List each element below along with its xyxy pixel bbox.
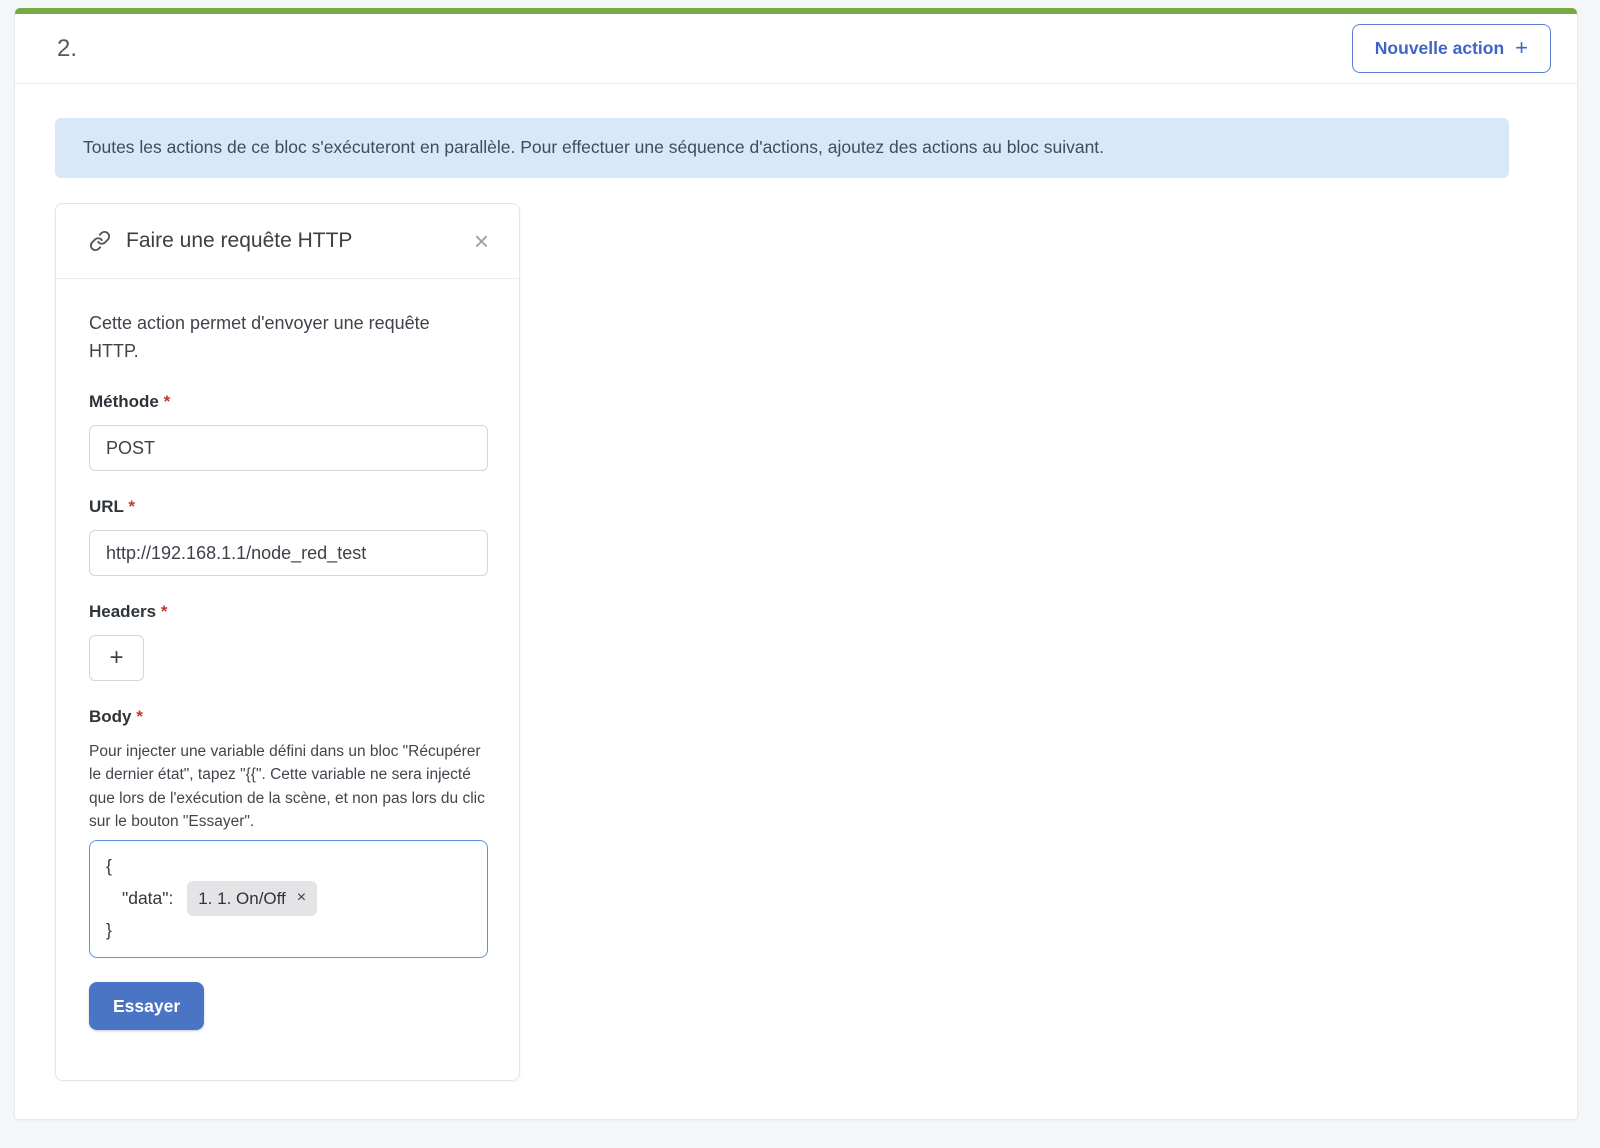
editor-close-brace: } [106, 916, 471, 944]
required-asterisk: * [136, 707, 143, 726]
new-action-button[interactable]: Nouvelle action + [1352, 24, 1551, 73]
action-block-card: 2. Nouvelle action + Toutes les actions … [14, 8, 1578, 1120]
required-asterisk: * [164, 392, 171, 411]
action-card-title: Faire une requête HTTP [126, 229, 352, 253]
parallel-info-banner: Toutes les actions de ce bloc s'exécuter… [55, 118, 1509, 178]
http-request-action-card: Faire une requête HTTP × Cette action pe… [55, 203, 520, 1082]
editor-json-key: "data": [122, 884, 178, 912]
block-header: 2. Nouvelle action + [15, 14, 1577, 84]
block-content: Toutes les actions de ce bloc s'exécuter… [15, 84, 1577, 1081]
required-asterisk: * [128, 497, 135, 516]
close-icon[interactable]: × [470, 226, 493, 256]
url-label: URL * [89, 497, 486, 517]
link-icon [89, 230, 111, 252]
headers-label: Headers * [89, 602, 486, 622]
variable-chip-label: 1. 1. On/Off [198, 885, 286, 913]
add-header-button[interactable]: + [89, 635, 144, 681]
try-button[interactable]: Essayer [89, 982, 204, 1030]
url-input[interactable] [89, 530, 488, 576]
body-label: Body * [89, 707, 486, 727]
action-card-header: Faire une requête HTTP × [56, 204, 519, 279]
action-description: Cette action permet d'envoyer une requêt… [89, 309, 475, 367]
plus-icon: + [1515, 37, 1528, 59]
variable-chip[interactable]: 1. 1. On/Off × [187, 881, 317, 917]
chip-remove-icon[interactable]: × [297, 890, 306, 906]
method-label: Méthode * [89, 392, 486, 412]
required-asterisk: * [161, 602, 168, 621]
new-action-label: Nouvelle action [1375, 38, 1504, 59]
editor-data-line: "data": 1. 1. On/Off × [106, 881, 471, 917]
block-index-label: 2. [57, 35, 77, 63]
body-editor[interactable]: { "data": 1. 1. On/Off × } [89, 840, 488, 958]
action-card-body: Cette action permet d'envoyer une requêt… [56, 279, 519, 1081]
editor-open-brace: { [106, 852, 471, 880]
method-input[interactable] [89, 425, 488, 471]
body-help-text: Pour injecter une variable défini dans u… [89, 740, 486, 833]
